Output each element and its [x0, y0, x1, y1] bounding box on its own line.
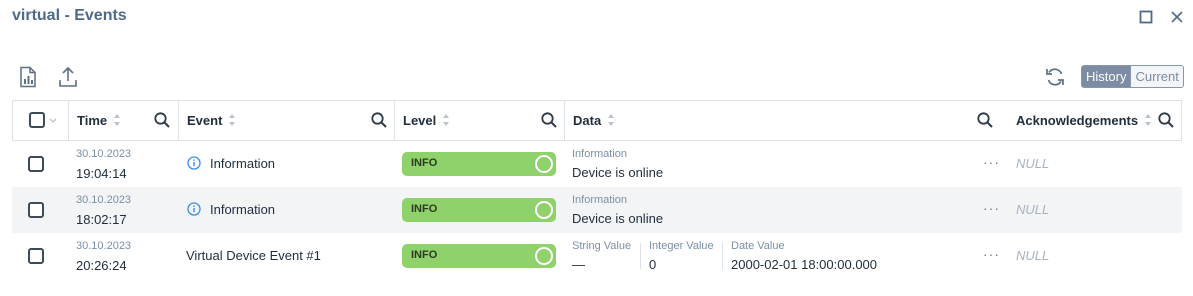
event-name: Virtual Device Event #1 [186, 248, 321, 263]
info-icon [187, 202, 201, 216]
date-value-label: Date Value [731, 240, 785, 252]
event-time: 20:26:24 [76, 258, 127, 273]
search-icon[interactable] [976, 111, 994, 129]
level-toggle[interactable]: INFO [402, 152, 556, 176]
data-value: Device is online [572, 165, 664, 180]
search-icon[interactable] [370, 111, 388, 129]
toggle-knob [535, 247, 553, 265]
sort-icon [229, 114, 236, 127]
maximize-icon [1139, 10, 1153, 24]
window-title: virtual - Events [12, 7, 127, 24]
event-time: 19:04:14 [76, 166, 127, 181]
events-table: Time Event Level Data Acknowledgements 3… [12, 100, 1182, 279]
data-value: Device is online [572, 211, 664, 226]
sort-icon [114, 114, 121, 127]
info-icon [187, 156, 201, 170]
string-value-label: String Value [572, 240, 632, 252]
level-label: INFO [411, 249, 438, 261]
row-checkbox[interactable] [28, 156, 44, 172]
toggle-knob [535, 201, 553, 219]
search-icon[interactable] [540, 111, 558, 129]
table-row[interactable]: 30.10.2023 18:02:17 Information INFO Inf… [12, 187, 1182, 233]
history-current-toggle: History Current [1081, 65, 1184, 88]
event-date: 30.10.2023 [76, 240, 132, 252]
history-tab[interactable]: History [1082, 66, 1131, 87]
row-checkbox[interactable] [28, 248, 44, 264]
level-label: INFO [411, 157, 438, 169]
event-time: 18:02:17 [76, 212, 127, 227]
column-header-event[interactable]: Event [187, 101, 236, 140]
event-date: 30.10.2023 [76, 194, 132, 206]
data-label: Information [572, 148, 628, 160]
export-icon [59, 66, 77, 87]
date-value: 2000-02-01 18:00:00.000 [731, 257, 878, 272]
string-value: — [572, 257, 585, 272]
refresh-icon [1046, 68, 1064, 86]
sort-icon [1145, 114, 1152, 127]
acknowledgements-value: NULL [1016, 156, 1050, 171]
more-icon[interactable]: ··· [983, 246, 1000, 262]
search-icon[interactable] [153, 111, 171, 129]
close-button[interactable] [1167, 7, 1187, 27]
level-label: INFO [411, 203, 438, 215]
report-icon [20, 66, 36, 88]
export-button[interactable] [55, 64, 81, 90]
integer-value-label: Integer Value [649, 240, 714, 252]
window-titlebar: virtual - Events [0, 0, 1193, 36]
data-label: Information [572, 194, 628, 206]
row-checkbox[interactable] [28, 202, 44, 218]
sort-icon [443, 114, 450, 127]
table-header: Time Event Level Data Acknowledgements [12, 100, 1182, 141]
acknowledgements-value: NULL [1016, 202, 1050, 217]
column-header-time[interactable]: Time [77, 101, 121, 140]
toggle-knob [535, 155, 553, 173]
event-name: Information [210, 202, 276, 217]
maximize-button[interactable] [1136, 7, 1156, 27]
column-header-data[interactable]: Data [573, 101, 615, 140]
more-icon[interactable]: ··· [983, 154, 1000, 170]
acknowledgements-value: NULL [1016, 248, 1050, 263]
table-row[interactable]: 30.10.2023 19:04:14 Information INFO Inf… [12, 141, 1182, 187]
select-all-checkbox[interactable] [29, 112, 45, 128]
column-header-level[interactable]: Level [403, 101, 450, 140]
level-toggle[interactable]: INFO [402, 198, 556, 222]
column-header-acknowledgements[interactable]: Acknowledgements [1016, 101, 1152, 140]
event-name: Information [210, 156, 276, 171]
search-icon[interactable] [1157, 111, 1175, 129]
chevron-down-icon[interactable] [49, 118, 57, 124]
sort-icon [608, 114, 615, 127]
refresh-button[interactable] [1042, 64, 1068, 90]
level-toggle[interactable]: INFO [402, 244, 556, 268]
report-button[interactable] [15, 64, 41, 90]
current-tab[interactable]: Current [1130, 66, 1183, 87]
more-icon[interactable]: ··· [983, 200, 1000, 216]
close-icon [1171, 11, 1183, 23]
event-date: 30.10.2023 [76, 148, 132, 160]
integer-value: 0 [649, 257, 657, 272]
table-row[interactable]: 30.10.2023 20:26:24 Virtual Device Event… [12, 233, 1182, 279]
